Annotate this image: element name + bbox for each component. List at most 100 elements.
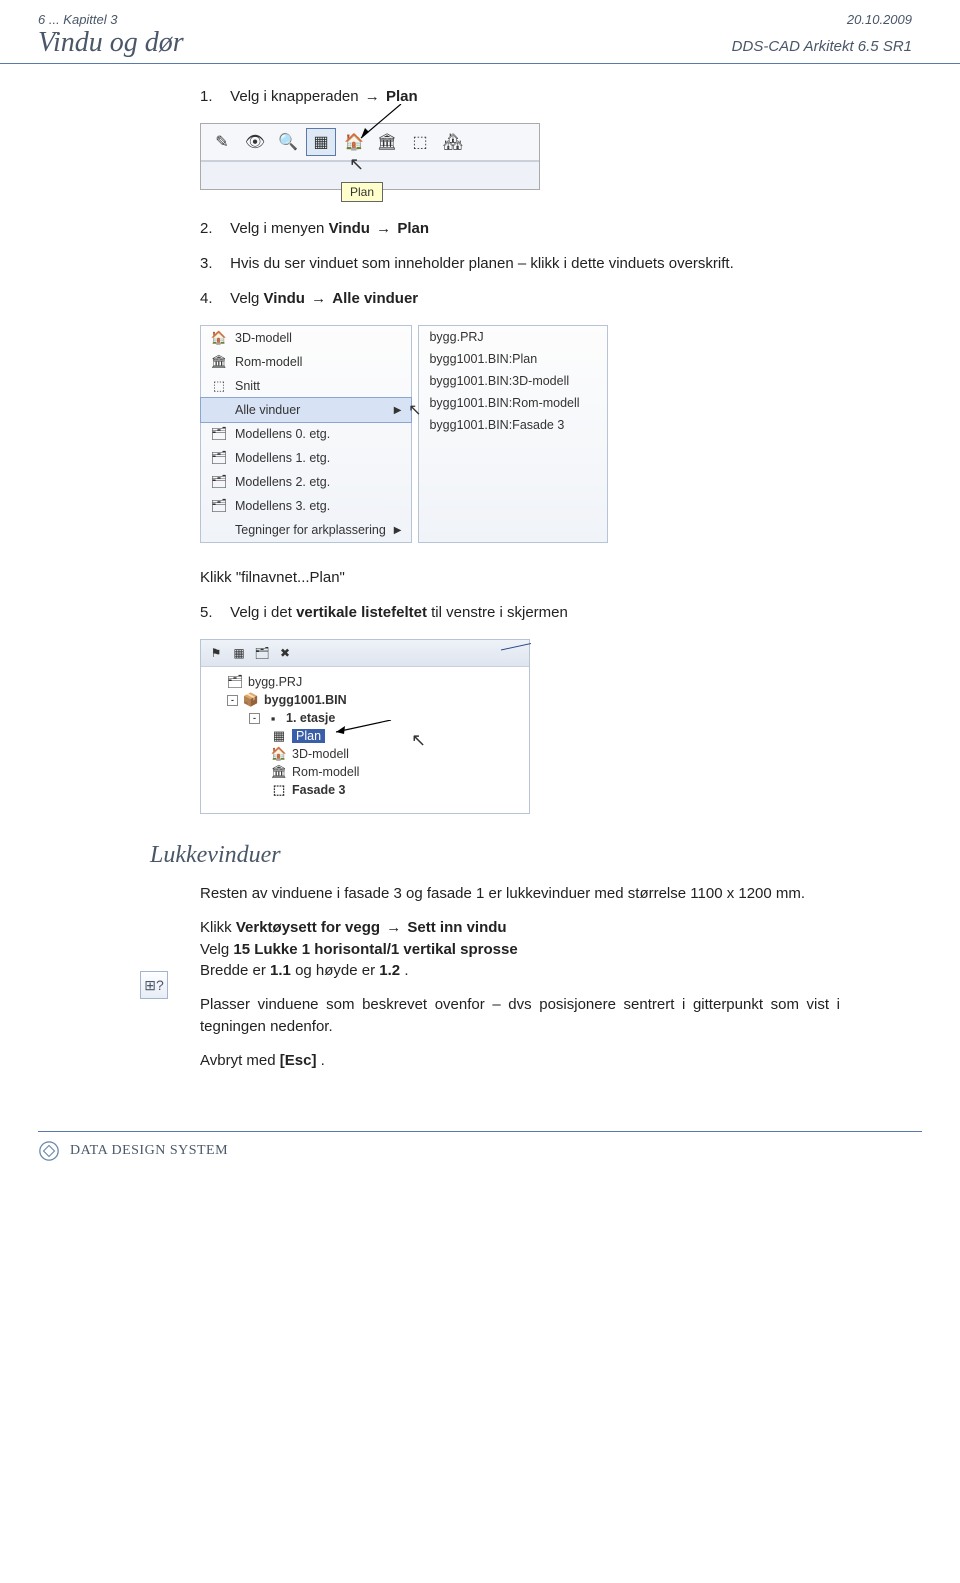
menu-item-snitt[interactable]: ⬚Snitt (201, 374, 411, 398)
section-paragraphs: Resten av vinduene i fasade 3 og fasade … (200, 883, 840, 1083)
arrow-icon: → (363, 88, 382, 105)
pointer-arrow-icon (331, 720, 411, 750)
toolbar-edit-icon[interactable]: ✎ (207, 128, 237, 156)
step-text: Velg (230, 290, 263, 307)
plan-icon: ▦ (271, 728, 287, 744)
tree-item[interactable]: 🗂bygg.PRJ (209, 673, 521, 691)
floor-icon: 🗂 (211, 426, 227, 442)
page-title: Vindu og dør (38, 27, 184, 59)
menu-column-right: bygg.PRJ bygg1001.BIN:Plan bygg1001.BIN:… (418, 325, 608, 543)
menu-item-etg1[interactable]: 🗂Modellens 1. etg. (201, 446, 411, 470)
title-row: Vindu og dør DDS-CAD Arkitekt 6.5 SR1 (0, 27, 960, 64)
tree-toolbar: ⚑ ▦ 🗂 ✖ (201, 640, 529, 667)
tree-btn-icon[interactable]: ▦ (229, 643, 249, 663)
tree-btn-icon[interactable]: ✖ (275, 643, 295, 663)
arrow-icon: → (384, 919, 403, 936)
arrow-icon: → (309, 290, 328, 307)
submenu-item[interactable]: bygg1001.BIN:3D-modell (419, 370, 607, 392)
menu-name: Vindu (264, 290, 310, 307)
brand-name: DATA DESIGN SYSTEM (70, 1143, 228, 1159)
toolbar-screenshot: ✎ 👁 🔍 ▦ 🏠 🏛 ⬚ 🏘 Plan ↖ (200, 123, 540, 190)
paragraph: Avbryt med [Esc] . (200, 1050, 840, 1072)
header-left: 6 ... Kapittel 3 (38, 12, 118, 27)
submenu-arrow-icon: ▶ (394, 525, 402, 536)
step-5: 5. Velg i det vertikale listefeltet til … (200, 604, 840, 621)
klikk-instruction: Klikk "filnavnet...Plan" (200, 569, 840, 586)
step-number: 2. (200, 220, 226, 237)
tree-item[interactable]: -📦bygg1001.BIN (209, 691, 521, 709)
collapse-icon[interactable]: - (249, 713, 260, 724)
wall-toolset-icon[interactable]: ⊞? (140, 971, 168, 999)
menu-item-etg0[interactable]: 🗂Modellens 0. etg. (201, 422, 411, 446)
tooltip: Plan (341, 182, 383, 202)
room-icon: 🏛 (211, 354, 227, 370)
step-target: vertikale listefeltet (296, 604, 427, 621)
menu-item-etg3[interactable]: 🗂Modellens 3. etg. (201, 494, 411, 518)
submenu-item[interactable]: bygg1001.BIN:Rom-modell (419, 392, 607, 414)
menu-column-left: 🏠3D-modell 🏛Rom-modell ⬚Snitt Alle vindu… (200, 325, 412, 543)
menu-name: Vindu (329, 220, 375, 237)
step-number: 5. (200, 604, 226, 621)
step-number: 1. (200, 88, 226, 105)
step-4: 4. Velg Vindu → Alle vinduer (200, 290, 840, 307)
submenu-item[interactable]: bygg.PRJ (419, 326, 607, 348)
floor-icon: 🗂 (211, 498, 227, 514)
step-target: Plan (386, 88, 418, 105)
submenu-item[interactable]: bygg1001.BIN:Plan (419, 348, 607, 370)
package-icon: 📦 (243, 692, 259, 708)
brand-logo-icon (38, 1140, 60, 1162)
menu-item-tegninger[interactable]: Tegninger for arkplassering▶ (201, 518, 411, 542)
tree-btn-icon[interactable]: 🗂 (252, 643, 272, 663)
cursor-icon: ↖ (408, 400, 421, 420)
collapse-icon[interactable]: - (227, 695, 238, 706)
facade-icon: ⬚ (271, 782, 287, 798)
floor-icon: 🗂 (211, 450, 227, 466)
toolbar-view-icon[interactable]: 👁 (240, 128, 270, 156)
cursor-icon: ↖ (411, 730, 426, 751)
step-number: 3. (200, 255, 226, 272)
menu-screenshot: 🏠3D-modell 🏛Rom-modell ⬚Snitt Alle vindu… (200, 325, 840, 543)
menu-item-3d[interactable]: 🏠3D-modell (201, 326, 411, 350)
menu-item-alle-vinduer[interactable]: Alle vinduer▶↖ (200, 397, 412, 423)
tree-screenshot: ⚑ ▦ 🗂 ✖ 🗂bygg.PRJ -📦bygg1001.BIN -▪1. et… (200, 639, 530, 814)
section-icon: ⬚ (211, 378, 227, 394)
step-2: 2. Velg i menyen Vindu → Plan (200, 220, 840, 237)
section-body: ⊞? Resten av vinduene i fasade 3 og fasa… (200, 883, 840, 1083)
toolbar-houses-icon[interactable]: 🏘 (438, 128, 468, 156)
floor-icon: ▪ (265, 710, 281, 726)
tree-item[interactable]: ⬚Fasade 3 (209, 781, 521, 799)
submenu-item[interactable]: bygg1001.BIN:Fasade 3 (419, 414, 607, 436)
project-icon: 🗂 (227, 674, 243, 690)
page-header: 6 ... Kapittel 3 20.10.2009 (0, 0, 960, 27)
step-text: Hvis du ser vinduet som inneholder plane… (230, 255, 734, 272)
section-icon-column: ⊞? (140, 971, 172, 999)
house-icon: 🏠 (211, 330, 227, 346)
page-footer: DATA DESIGN SYSTEM (38, 1131, 922, 1162)
step-text: Velg i knapperaden (230, 88, 363, 105)
step-text: Velg i menyen (230, 220, 328, 237)
cursor-icon: ↖ (349, 154, 364, 175)
menu-item-etg2[interactable]: 🗂Modellens 2. etg. (201, 470, 411, 494)
step-number: 4. (200, 290, 226, 307)
step-text: Velg i det (230, 604, 296, 621)
toolbar-plan-button[interactable]: ▦ (306, 128, 336, 156)
house-icon: 🏠 (271, 746, 287, 762)
floor-icon: 🗂 (211, 474, 227, 490)
paragraph: Resten av vinduene i fasade 3 og fasade … (200, 883, 840, 905)
menu-item-alle-vinduer: Alle vinduer (332, 290, 418, 307)
step-1: 1. Velg i knapperaden → Plan (200, 88, 840, 105)
tree-item[interactable]: 🏛Rom-modell (209, 763, 521, 781)
menu-item: Plan (397, 220, 429, 237)
paragraph: Klikk Verktøysett for vegg → Sett inn vi… (200, 917, 840, 982)
step-text-tail: til venstre i skjermen (431, 604, 568, 621)
menu-item-rom[interactable]: 🏛Rom-modell (201, 350, 411, 374)
submenu-arrow-icon: ▶ (394, 405, 402, 416)
header-right: 20.10.2009 (847, 12, 912, 27)
page-subtitle: DDS-CAD Arkitekt 6.5 SR1 (732, 38, 912, 55)
paragraph: Plasser vinduene som beskrevet ovenfor –… (200, 994, 840, 1038)
toolbar-zoom-icon[interactable]: 🔍 (273, 128, 303, 156)
tree-btn-icon[interactable]: ⚑ (206, 643, 226, 663)
step-3: 3. Hvis du ser vinduet som inneholder pl… (200, 255, 840, 272)
room-icon: 🏛 (271, 764, 287, 780)
arrow-icon: → (374, 220, 393, 237)
